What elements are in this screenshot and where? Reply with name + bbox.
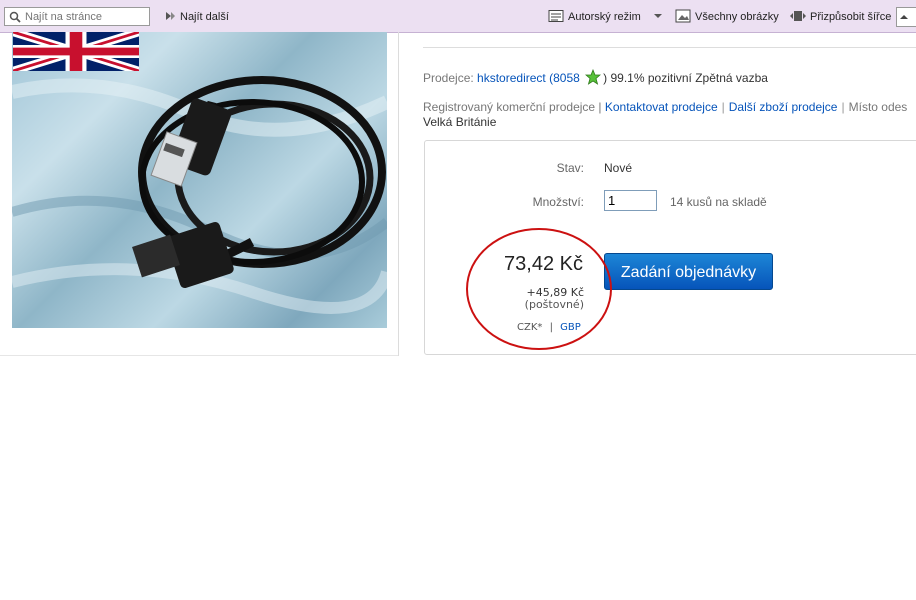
fit-width-icon bbox=[790, 11, 806, 21]
feedback-star-icon bbox=[585, 69, 602, 85]
column-divider bbox=[398, 32, 399, 356]
shipping-label: (poštovné) bbox=[524, 298, 584, 311]
quantity-input[interactable] bbox=[604, 190, 657, 211]
product-image[interactable] bbox=[12, 32, 387, 328]
toolbar-overflow-button[interactable] bbox=[896, 7, 916, 27]
author-mode-label: Autorský režim bbox=[568, 11, 641, 23]
all-images-button[interactable]: Všechny obrázky bbox=[675, 9, 779, 25]
fit-width-button[interactable]: Přizpůsobit šířce bbox=[790, 9, 891, 25]
author-mode-button[interactable]: Autorský režim bbox=[548, 9, 641, 25]
chevron-down-icon bbox=[654, 14, 662, 18]
find-next-icon bbox=[166, 12, 175, 20]
section-divider bbox=[0, 355, 398, 356]
separator: | bbox=[721, 100, 725, 114]
registered-seller: Registrovaný komerční prodejce | bbox=[423, 100, 602, 114]
seller-label: Prodejce: bbox=[423, 71, 474, 85]
find-on-page-box[interactable] bbox=[4, 7, 150, 26]
all-images-label: Všechny obrázky bbox=[695, 11, 779, 23]
browser-toolbar: Najít další Autorský režim Všechny obráz… bbox=[0, 0, 916, 33]
condition-value: Nové bbox=[604, 161, 633, 175]
currency-separator: | bbox=[549, 322, 553, 333]
uk-flag-icon bbox=[13, 32, 139, 71]
positive-feedback: 99.1% pozitivní Zpětná vazba bbox=[610, 71, 768, 85]
share-icons[interactable] bbox=[706, 32, 810, 38]
feedback-close: ) bbox=[603, 71, 608, 85]
seller-line: Prodejce: hkstoredirect (8058 ) 99.1% po… bbox=[423, 69, 768, 85]
currency-gbp-link[interactable]: GBP bbox=[560, 322, 581, 333]
condition-label: Stav: bbox=[556, 161, 584, 175]
image-icon bbox=[675, 9, 691, 23]
top-divider bbox=[423, 47, 916, 48]
location-label: Místo odes bbox=[848, 100, 908, 114]
currency-switch: CZK* | GBP bbox=[517, 322, 581, 333]
contact-seller-link[interactable]: Kontaktovat prodejce bbox=[605, 100, 718, 114]
stock-info: 14 kusů na skladě bbox=[670, 195, 767, 209]
item-price: 73,42 Kč bbox=[504, 253, 583, 275]
find-next-button[interactable]: Najít další bbox=[164, 9, 229, 25]
author-mode-dropdown[interactable] bbox=[653, 9, 663, 25]
find-next-label: Najít další bbox=[180, 11, 229, 23]
chevron-up-icon bbox=[900, 15, 908, 19]
separator: | bbox=[841, 100, 845, 114]
search-icon bbox=[9, 11, 21, 23]
currency-czk[interactable]: CZK* bbox=[517, 322, 542, 333]
seller-name-link[interactable]: hkstoredirect bbox=[477, 71, 546, 85]
feedback-count-link[interactable]: 8058 bbox=[553, 71, 580, 85]
item-location: Velká Británie bbox=[423, 115, 497, 129]
usb-cable-image bbox=[12, 76, 387, 314]
place-order-button[interactable]: Zadání objednávky bbox=[604, 253, 773, 290]
author-mode-icon bbox=[548, 10, 564, 22]
find-on-page-input[interactable] bbox=[25, 9, 147, 24]
seller-info-line: Registrovaný komerční prodejce | Kontakt… bbox=[423, 100, 907, 114]
fit-width-label: Přizpůsobit šířce bbox=[810, 11, 892, 23]
quantity-label: Množství: bbox=[532, 195, 584, 209]
more-items-link[interactable]: Další zboží prodejce bbox=[729, 100, 838, 114]
